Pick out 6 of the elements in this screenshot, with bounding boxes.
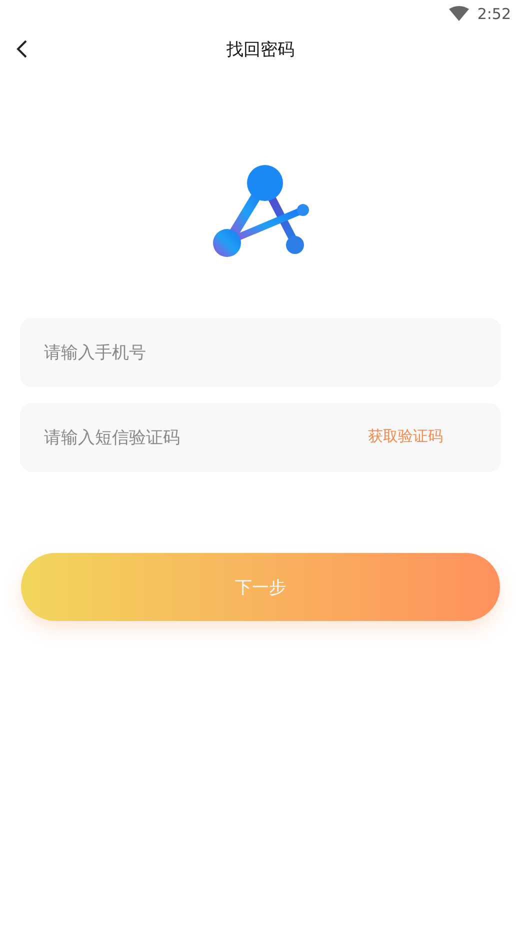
wifi-icon [449, 6, 470, 22]
get-code-link[interactable]: 获取验证码 [368, 427, 443, 446]
next-button[interactable]: 下一步 [21, 553, 500, 621]
page-title: 找回密码 [226, 38, 294, 60]
status-time: 2:52 [477, 5, 511, 23]
phone-field[interactable]: 请输入手机号 [20, 318, 501, 387]
